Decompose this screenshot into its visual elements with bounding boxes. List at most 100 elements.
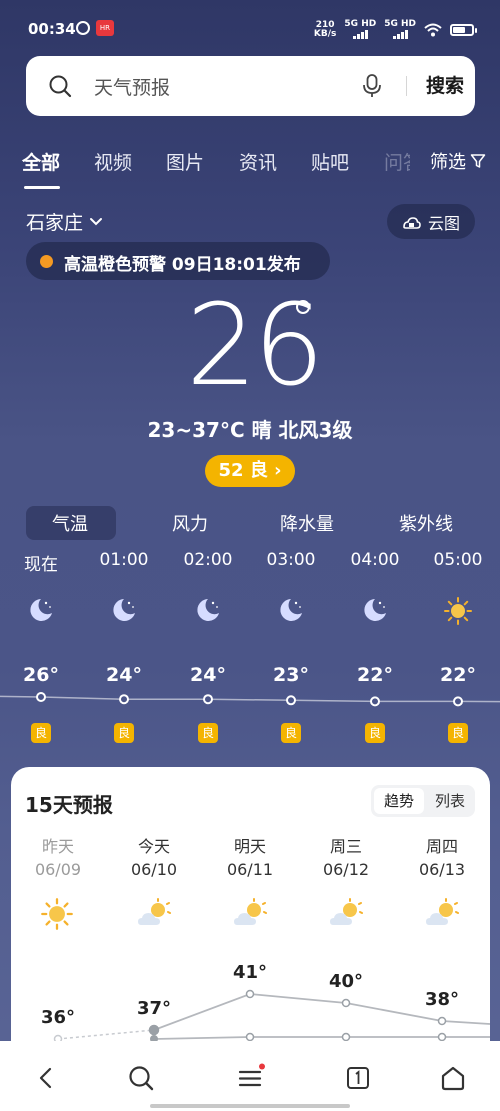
cloud-map-label: 云图 [427, 213, 460, 233]
hour-point [370, 696, 380, 707]
net-speed-unit: KB/s [313, 28, 337, 39]
cloud-map-button[interactable]: 云图 [387, 204, 475, 239]
search-button[interactable]: 搜索 [414, 71, 476, 98]
search-bar[interactable]: 天气预报 搜索 [26, 56, 475, 116]
partly-cloudy-icon [424, 897, 460, 931]
battery-icon [450, 23, 477, 36]
day-date: 06/09 [34, 860, 82, 879]
hour-time: 04:00 [350, 550, 400, 570]
search-input[interactable]: 天气预报 [94, 73, 170, 100]
hour-aqi-badge: 良 [114, 723, 134, 743]
day-name: 周三 [329, 837, 362, 856]
sim2-label: 5G HD [384, 19, 416, 29]
heat-alert-banner[interactable]: 高温橙色预警 09日18:01发布 [26, 242, 330, 280]
metric-tab-uv[interactable]: 紫外线 [399, 510, 453, 536]
home-icon[interactable] [438, 1063, 468, 1093]
degree-icon [296, 300, 310, 314]
hourly-temperature-line [0, 692, 500, 707]
hour-point [453, 696, 463, 707]
hour-point [286, 695, 296, 706]
day-date: 06/11 [226, 860, 274, 879]
alert-text: 高温橙色预警 09日18:01发布 [64, 255, 301, 275]
metric-tab-precipitation[interactable]: 降水量 [280, 510, 334, 536]
bottom-navigation [0, 1041, 500, 1111]
hour-time: 现在 [24, 555, 58, 575]
day-date: 06/13 [418, 860, 466, 879]
sim2-signal: 5G HD [384, 20, 416, 39]
alarm-icon [76, 21, 90, 35]
hour-point [36, 692, 46, 702]
tab-video[interactable]: 视频 [94, 148, 132, 175]
weather-description: 23~37°C 晴 北风3级 [147, 418, 353, 442]
partly-cloudy-icon [328, 897, 364, 931]
view-toggle: 趋势 列表 [371, 785, 475, 817]
hour-aqi-badge: 良 [365, 723, 385, 743]
hour-time: 02:00 [183, 550, 233, 570]
sun-icon [40, 897, 76, 931]
hour-aqi-badge: 良 [281, 723, 301, 743]
moon-icon [109, 596, 139, 624]
menu-icon[interactable] [235, 1063, 265, 1093]
sun-icon [443, 596, 473, 625]
day-name: 今天 [137, 837, 170, 856]
hour-time: 01:00 [99, 550, 149, 570]
wifi-icon [424, 23, 442, 36]
moon-icon [360, 596, 390, 624]
forecast-title: 15天预报 [25, 793, 113, 817]
day-point [437, 1016, 447, 1026]
funnel-icon [470, 154, 486, 168]
day-point [245, 989, 255, 999]
active-tab-indicator [24, 186, 60, 189]
tab-qa[interactable]: 问答 [384, 148, 410, 175]
filter-button[interactable]: 筛选 [430, 148, 486, 174]
hour-point [203, 694, 213, 705]
search-icon[interactable] [126, 1063, 156, 1093]
day-name: 周四 [425, 837, 458, 856]
hour-time: 05:00 [433, 550, 483, 570]
tab-news[interactable]: 资讯 [239, 148, 277, 175]
tab-images[interactable]: 图片 [166, 148, 204, 175]
status-time: 00:34 [28, 20, 76, 38]
hour-time: 03:00 [266, 550, 316, 570]
hour-point [119, 694, 129, 705]
day-date: 06/12 [322, 860, 370, 879]
microphone-icon[interactable] [358, 72, 386, 100]
trend-toggle[interactable]: 趋势 [374, 788, 424, 814]
sim1-signal: 5G HD [344, 20, 376, 39]
hour-aqi-badge: 良 [448, 723, 468, 743]
day-name: 明天 [233, 837, 266, 856]
partly-cloudy-icon [232, 897, 268, 931]
hour-aqi-badge: 良 [31, 723, 51, 743]
city-selector[interactable]: 石家庄 [26, 208, 103, 235]
metric-tab-temperature[interactable]: 气温 [52, 510, 88, 536]
day-point [341, 998, 351, 1008]
search-icon [49, 75, 72, 98]
partly-cloudy-icon [136, 897, 172, 931]
search-category-tabs: 全部 视频 图片 资讯 贴吧 问答 筛选 [0, 148, 500, 192]
chevron-down-icon [90, 217, 103, 225]
status-bar: 00:34 HR 210 KB/s 5G HD 5G HD [0, 0, 500, 58]
city-name: 石家庄 [26, 212, 84, 234]
moon-icon [276, 596, 306, 624]
day-point [148, 1024, 160, 1036]
day-date: 06/10 [130, 860, 178, 879]
metric-tab-wind[interactable]: 风力 [172, 510, 208, 536]
moon-icon [26, 596, 56, 624]
daily-temperature-line [53, 989, 490, 1047]
hour-aqi-badge: 良 [198, 723, 218, 743]
signal-icon [352, 29, 368, 39]
aqi-badge[interactable]: 52 良 › [205, 455, 295, 487]
status-indicators: 210 KB/s 5G HD 5G HD [313, 20, 477, 39]
day-name: 昨天 [41, 837, 74, 856]
signal-icon [392, 29, 408, 39]
tab-tieba[interactable]: 贴吧 [311, 148, 349, 175]
tabs-icon[interactable] [343, 1063, 373, 1093]
search-divider [406, 76, 407, 96]
app-badge: HR [96, 20, 114, 36]
list-toggle[interactable]: 列表 [427, 788, 473, 814]
map-icon [403, 216, 421, 229]
filter-label: 筛选 [430, 152, 466, 173]
sim1-label: 5G HD [344, 19, 377, 29]
back-icon[interactable] [31, 1063, 61, 1093]
tab-all[interactable]: 全部 [22, 148, 60, 175]
